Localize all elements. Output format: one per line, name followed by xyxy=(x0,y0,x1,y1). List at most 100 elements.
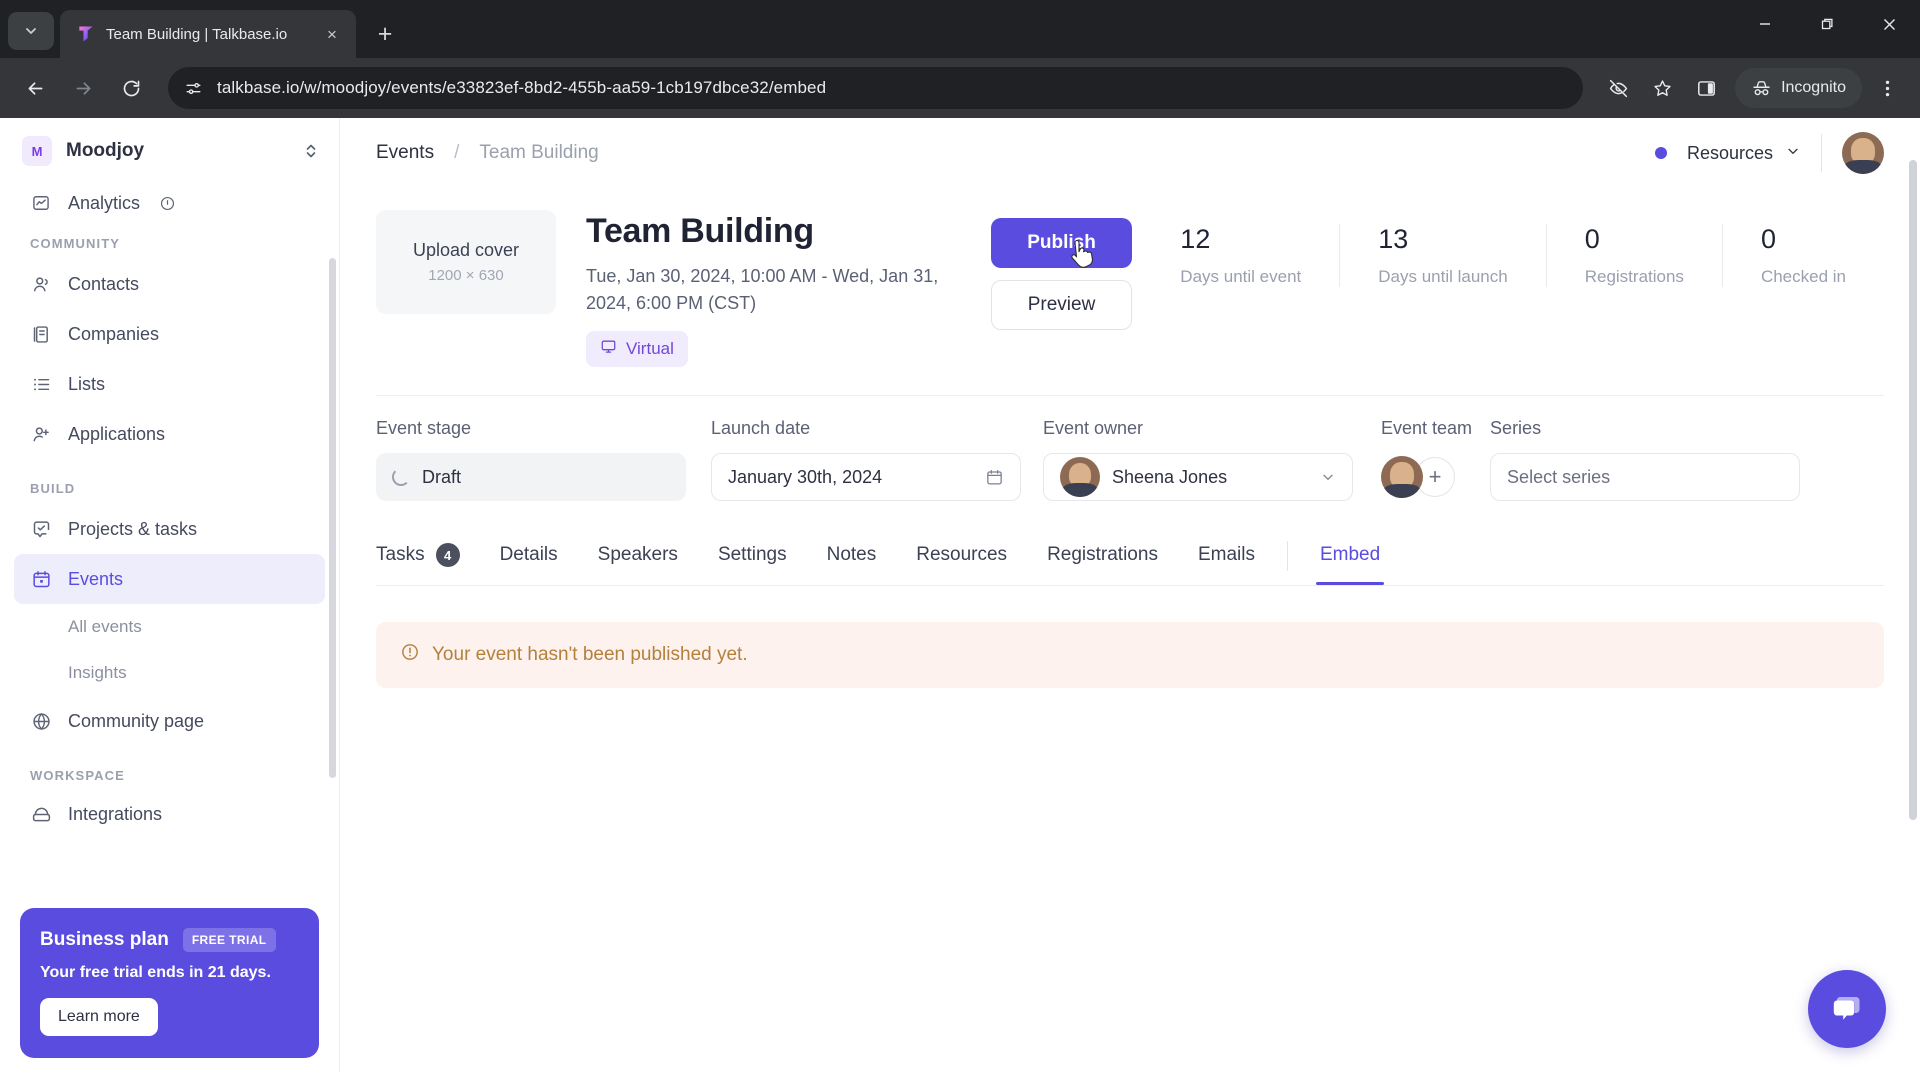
event-owner-select[interactable]: Sheena Jones xyxy=(1043,453,1353,501)
stat-value: 0 xyxy=(1760,224,1776,254)
sidebar-item-community-page[interactable]: Community page xyxy=(14,696,325,746)
sidebar-scrollbar[interactable] xyxy=(329,258,336,778)
tab-notes[interactable]: Notes xyxy=(807,528,897,584)
star-icon[interactable] xyxy=(1643,69,1681,107)
workspace-name: Moodjoy xyxy=(66,140,145,161)
monitor-icon xyxy=(600,338,617,360)
site-settings-icon[interactable] xyxy=(184,79,203,98)
tab-search-button[interactable] xyxy=(8,12,54,50)
minimize-icon[interactable] xyxy=(1734,0,1796,48)
event-tabs: Tasks 4 Details Speakers Settings Notes … xyxy=(340,527,1920,586)
back-arrow-icon[interactable] xyxy=(14,67,56,109)
avatar[interactable] xyxy=(1381,456,1423,498)
event-stats: 12 Days until event 13 Days until launch… xyxy=(1152,210,1884,287)
tab-strip: Team Building | Talkbase.io × + xyxy=(0,0,1920,58)
user-plus-icon xyxy=(30,423,52,445)
tab-speakers[interactable]: Speakers xyxy=(578,528,698,584)
page-bottom-edge xyxy=(0,1072,1920,1080)
main-scrollbar[interactable] xyxy=(1909,160,1917,820)
field-label: Event team xyxy=(1381,418,1473,438)
upload-cover-button[interactable]: Upload cover 1200 × 630 xyxy=(376,210,556,314)
avatar[interactable] xyxy=(1842,132,1884,174)
profile-label: Incognito xyxy=(1781,79,1846,96)
field-label: Event owner xyxy=(1043,418,1144,438)
preview-button[interactable]: Preview xyxy=(990,280,1133,330)
tab-embed[interactable]: Embed xyxy=(1300,528,1400,585)
mouse-cursor-pointer xyxy=(1071,240,1094,268)
sidebar-item-analytics[interactable]: Analytics xyxy=(14,180,325,214)
sidebar-item-applications[interactable]: Applications xyxy=(14,409,325,459)
stat-label: Checked in xyxy=(1760,267,1846,286)
incognito-hat-icon xyxy=(1753,80,1770,95)
preview-label: Preview xyxy=(1027,294,1096,315)
list-icon xyxy=(30,373,52,395)
field-label: Event stage xyxy=(376,418,472,438)
close-icon[interactable]: × xyxy=(320,22,344,46)
sidebar-item-label: Community page xyxy=(68,710,205,731)
chevron-updown-icon[interactable] xyxy=(303,141,319,161)
tab-emails[interactable]: Emails xyxy=(1178,528,1275,584)
sidebar-item-lists[interactable]: Lists xyxy=(14,359,325,409)
calendar-icon[interactable] xyxy=(985,468,1004,487)
field-label: Series xyxy=(1490,418,1542,438)
side-panel-icon[interactable] xyxy=(1687,69,1725,107)
sidebar-item-companies[interactable]: Companies xyxy=(14,309,325,359)
tab-resources[interactable]: Resources xyxy=(896,528,1027,584)
field-event-stage: Event stage Draft xyxy=(376,418,686,501)
page-title: Team Building xyxy=(586,212,814,250)
free-trial-badge: FREE TRIAL xyxy=(182,928,276,952)
upload-cover-dimensions: 1200 × 630 xyxy=(428,267,504,284)
eye-off-icon[interactable] xyxy=(1599,69,1637,107)
address-bar[interactable]: talkbase.io/w/moodjoy/events/e33823ef-8b… xyxy=(168,67,1584,109)
learn-more-button[interactable]: Learn more xyxy=(40,998,158,1036)
sidebar-item-label: Integrations xyxy=(68,804,163,824)
sidebar: M Moodjoy Analytics COMMUNITY Contacts C… xyxy=(0,118,340,1080)
sidebar-item-projects-tasks[interactable]: Projects & tasks xyxy=(14,504,325,554)
publish-button[interactable]: Publish xyxy=(990,218,1133,268)
chat-widget-button[interactable] xyxy=(1808,970,1886,1048)
tab-details[interactable]: Details xyxy=(480,528,578,584)
event-stage-select[interactable]: Draft xyxy=(376,453,686,501)
browser-window: Team Building | Talkbase.io × + talkbase… xyxy=(0,0,1920,1080)
tab-registrations[interactable]: Registrations xyxy=(1027,528,1178,584)
sidebar-item-insights[interactable]: Insights xyxy=(0,650,339,696)
new-tab-button[interactable]: + xyxy=(366,15,404,53)
sidebar-item-events[interactable]: Events xyxy=(14,554,325,604)
breadcrumb-events[interactable]: Events xyxy=(376,142,434,164)
plan-subtitle: Your free trial ends in 21 days. xyxy=(40,964,271,981)
tasks-count-badge: 4 xyxy=(435,543,460,567)
sidebar-item-all-events[interactable]: All events xyxy=(0,604,339,650)
close-icon[interactable] xyxy=(1858,0,1920,48)
tab-title: Team Building | Talkbase.io xyxy=(106,25,288,43)
workspace-switcher[interactable]: M Moodjoy xyxy=(0,118,339,180)
stat-days-until-launch: 13 Days until launch xyxy=(1339,224,1545,287)
sidebar-item-label: Events xyxy=(68,568,124,589)
browser-toolbar: talkbase.io/w/moodjoy/events/e33823ef-8b… xyxy=(0,58,1920,118)
reload-icon[interactable] xyxy=(110,67,152,109)
browser-tab[interactable]: Team Building | Talkbase.io × xyxy=(60,10,356,58)
three-dot-menu-icon[interactable] xyxy=(1868,69,1906,107)
maximize-icon[interactable] xyxy=(1796,0,1858,48)
series-select[interactable]: Select series xyxy=(1490,453,1801,501)
tab-settings[interactable]: Settings xyxy=(698,528,807,584)
field-label: Launch date xyxy=(711,418,811,438)
tab-tasks[interactable]: Tasks 4 xyxy=(376,527,480,585)
sidebar-item-contacts[interactable]: Contacts xyxy=(14,259,325,309)
stat-value: 13 xyxy=(1378,224,1409,254)
sidebar-item-integrations[interactable]: Integrations xyxy=(14,791,325,825)
sidebar-item-label: Contacts xyxy=(68,273,140,294)
resources-dropdown[interactable]: Resources xyxy=(1687,143,1801,164)
launch-date-input[interactable]: January 30th, 2024 xyxy=(711,453,1021,501)
chat-bubble-icon xyxy=(1833,997,1860,1020)
avatar xyxy=(1060,457,1100,497)
profile-incognito-button[interactable]: Incognito xyxy=(1735,68,1862,108)
breadcrumb-separator: / xyxy=(454,142,460,163)
url-text: talkbase.io/w/moodjoy/events/e33823ef-8b… xyxy=(217,78,827,97)
companies-building-icon xyxy=(30,323,52,345)
field-event-team: Event team + xyxy=(1381,418,1472,501)
event-owner-value: Sheena Jones xyxy=(1112,466,1228,487)
stat-checked-in: 0 Checked in xyxy=(1721,224,1884,287)
sidebar-item-label: Applications xyxy=(68,423,166,444)
event-detail-panel: Upload cover 1200 × 630 Team Building Tu… xyxy=(340,188,1920,1080)
event-actions: Publish Preview xyxy=(990,210,1133,330)
